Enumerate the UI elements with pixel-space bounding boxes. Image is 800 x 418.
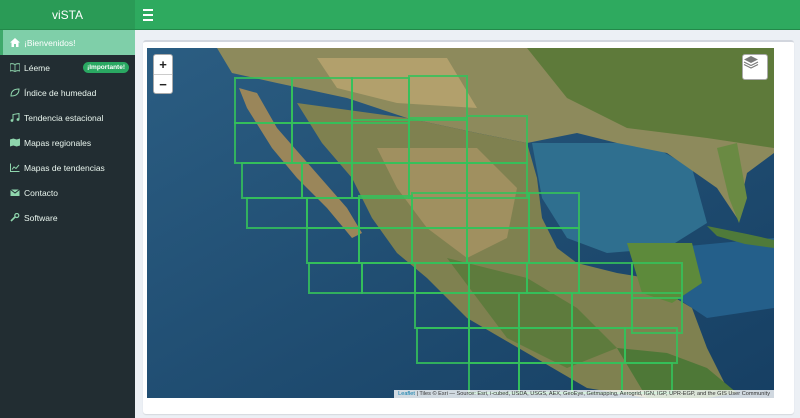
sidebar-item-label: Software: [24, 212, 58, 223]
sidebar: ¡Bienvenidos! Léeme ¡Importante! Índice …: [0, 30, 135, 418]
sidebar-item-indice-humedad[interactable]: Índice de humedad: [0, 80, 135, 105]
map-attribution: Leaflet | Tiles © Esri — Source: Esri, i…: [394, 390, 774, 398]
sidebar-item-bienvenidos[interactable]: ¡Bienvenidos!: [0, 30, 135, 55]
layers-icon[interactable]: [742, 54, 768, 80]
envelope-icon: [10, 188, 20, 197]
sidebar-item-tendencia-estacional[interactable]: Tendencia estacional: [0, 105, 135, 130]
important-badge: ¡Importante!: [83, 62, 129, 73]
sidebar-item-label: Mapas regionales: [24, 137, 92, 148]
satellite-map[interactable]: + − Leaflet | Tiles © Esri — Source: Esr…: [147, 48, 774, 398]
brand-logo[interactable]: viSTA: [0, 0, 135, 30]
music-icon: [10, 112, 20, 122]
sidebar-item-label: Mapas de tendencias: [24, 162, 105, 173]
zoom-out-button[interactable]: −: [154, 74, 172, 93]
sidebar-item-label: Índice de humedad: [24, 87, 97, 98]
sidebar-item-label: Contacto: [24, 187, 59, 198]
sidebar-item-software[interactable]: Software: [0, 205, 135, 230]
top-navbar: viSTA: [0, 0, 800, 30]
home-icon: [10, 38, 20, 47]
zoom-in-button[interactable]: +: [154, 55, 172, 74]
sidebar-item-mapas-tendencias[interactable]: Mapas de tendencias: [0, 155, 135, 180]
bars-icon[interactable]: [143, 9, 153, 21]
sidebar-item-label: ¡Bienvenidos!: [24, 37, 76, 48]
main-content: + − Leaflet | Tiles © Esri — Source: Esr…: [135, 30, 800, 418]
leaflet-link[interactable]: Leaflet: [398, 391, 415, 397]
sidebar-item-label: Léeme: [24, 62, 50, 73]
zoom-control: + −: [153, 54, 173, 94]
map-canvas[interactable]: [147, 48, 774, 398]
wrench-icon: [10, 212, 20, 222]
line-chart-icon: [10, 163, 20, 172]
attribution-text: | Tiles © Esri — Source: Esri, i-cubed, …: [414, 391, 770, 397]
book-icon: [9, 63, 21, 73]
sidebar-item-leeme[interactable]: Léeme ¡Importante!: [0, 55, 135, 80]
sidebar-item-label: Tendencia estacional: [24, 112, 104, 123]
map-icon: [10, 138, 20, 147]
leaf-icon: [10, 88, 20, 97]
sidebar-item-contacto[interactable]: Contacto: [0, 180, 135, 205]
sidebar-item-mapas-regionales[interactable]: Mapas regionales: [0, 130, 135, 155]
